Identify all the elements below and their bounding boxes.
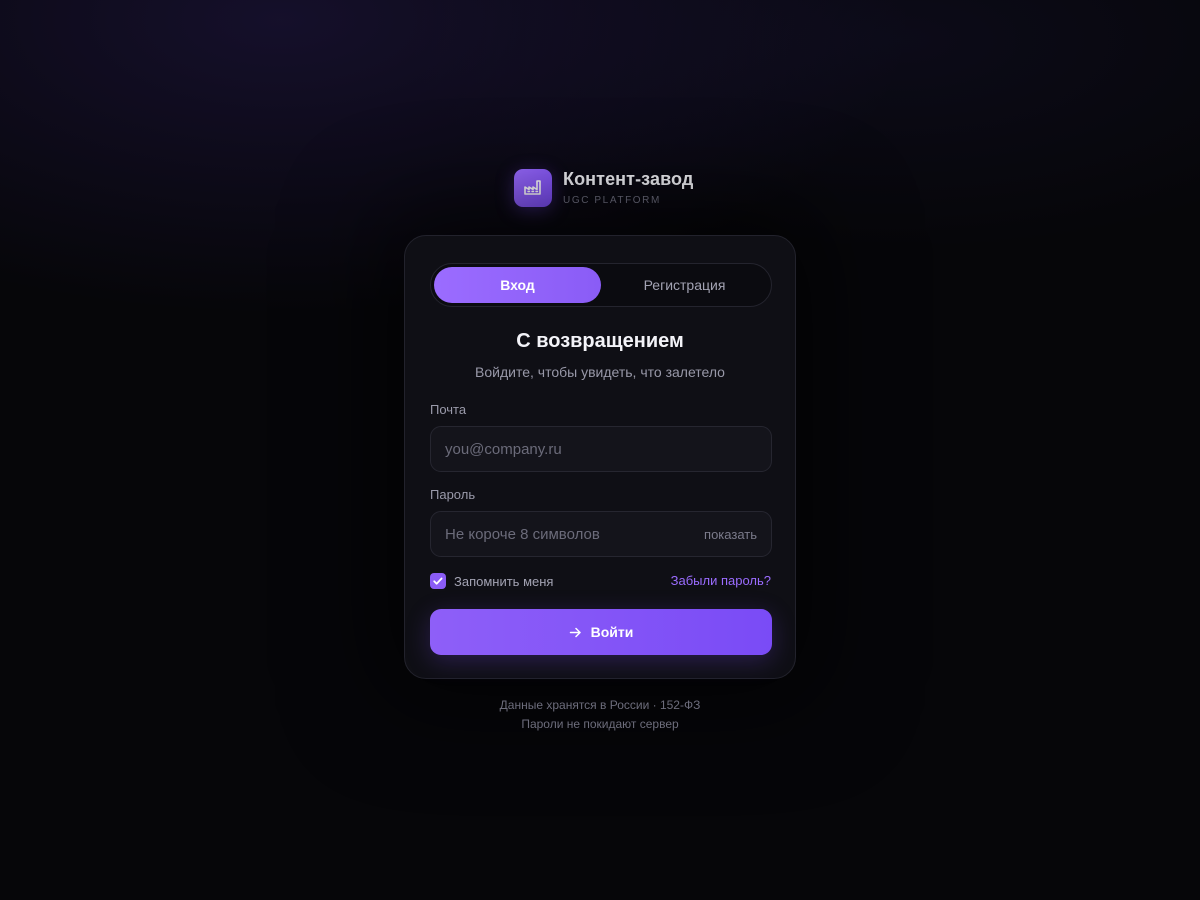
brand-name: Контент-завод <box>563 168 694 189</box>
check-icon <box>433 577 443 585</box>
email-field[interactable] <box>445 427 757 471</box>
show-password-toggle[interactable]: показать <box>704 527 757 542</box>
email-field-wrapper <box>430 426 772 472</box>
footer-data-location: Данные хранятся в России · 152-ФЗ <box>499 698 701 712</box>
login-button-label: Войти <box>590 624 634 640</box>
auth-tabs: Вход Регистрация <box>430 263 772 307</box>
remember-label: Запомнить меня <box>454 573 554 589</box>
page-title: С возвращением <box>516 330 684 352</box>
arrow-right-icon <box>569 627 581 637</box>
login-button[interactable]: Войти <box>430 609 772 655</box>
remember-checkbox[interactable] <box>430 573 446 589</box>
brand-text: Контент-завод UGC PLATFORM <box>563 168 694 206</box>
footer-password-note: Пароли не покидают сервер <box>521 717 679 731</box>
forgot-password-link[interactable]: Забыли пароль? <box>671 573 771 588</box>
password-field-wrapper: показать <box>430 511 772 557</box>
tab-register[interactable]: Регистрация <box>601 267 768 303</box>
auth-card: Вход Регистрация С возвращением Войдите,… <box>404 235 796 679</box>
factory-icon <box>514 169 552 207</box>
remember-me[interactable]: Запомнить меня <box>430 573 553 589</box>
brand-subtitle: UGC PLATFORM <box>563 194 661 206</box>
password-label: Пароль <box>430 487 476 502</box>
page-subtitle: Войдите, чтобы увидеть, что залетело <box>475 364 725 380</box>
email-label: Почта <box>430 402 467 417</box>
tab-login[interactable]: Вход <box>434 267 601 303</box>
brand: Контент-завод UGC PLATFORM <box>514 169 693 207</box>
password-field[interactable] <box>445 512 705 556</box>
